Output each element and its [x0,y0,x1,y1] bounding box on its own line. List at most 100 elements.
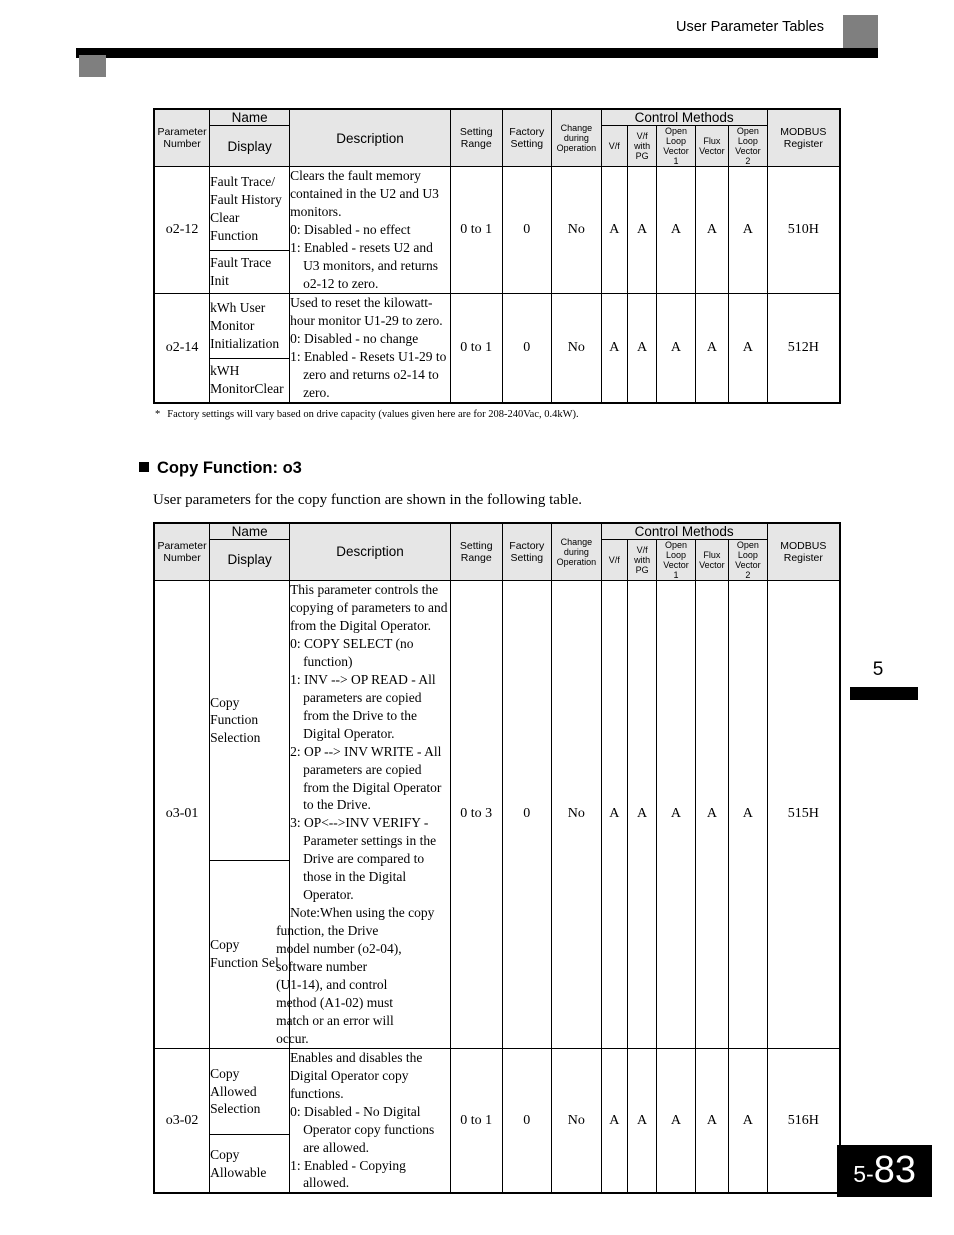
description-line: are allowed. [303,1139,370,1155]
col-header-control-methods: Control Methods [600,522,768,540]
col-header-parameter-number: Parameter Number [153,522,211,582]
description-line: match or an error will [276,1012,394,1028]
cell-modbus-register: 512H [766,292,841,404]
running-header-title: User Parameter Tables [675,19,824,35]
cell-parameter-number: o2-14 [153,292,211,404]
description-line: Clears the fault memory [290,168,421,184]
col-header-change-during-operation: Change during Operation [551,108,602,168]
description-line: from the Digital Operator [303,779,442,795]
cell-description: Used to reset the kilowatt-hour monitor … [289,292,451,404]
col-header-setting-range: Setting Range [449,522,503,582]
chapter-side-tab: 5 [838,660,918,700]
cell-change-during-operation: No [551,1047,602,1194]
cell-factory-setting: 0 [501,580,553,1049]
cell-vf: A [600,1047,628,1194]
description-line: 1: Enabled - resets U2 and [290,240,433,256]
header-rule [76,48,878,58]
description-line: 0: Disabled - No Digital [290,1103,421,1119]
cell-change-during-operation: No [551,580,602,1049]
cell-factory-setting: 0 [501,1047,553,1194]
header-gray-block-right [843,15,878,48]
table-body-o2: o2-12 Fault Trace/Fault History Clear Funct… [153,166,841,404]
cell-change-during-operation: No [551,292,602,404]
description-line: 1: INV --> OP READ - All [290,671,436,687]
cell-vf-with-pg: A [626,292,658,404]
description-line: 1: Enabled - Copying [290,1157,406,1173]
table-footnote: * Factory settings will vary based on dri… [153,409,841,420]
description-line: zero. [303,384,330,400]
col-header-vf: V/f [600,538,628,582]
page-running-header: User Parameter Tables [0,0,954,77]
col-header-name: Name [209,108,291,126]
cell-change-during-operation: No [551,166,602,294]
description-line: parameters are copied [303,761,422,777]
cell-open-loop-vector-2: A [728,1047,768,1194]
cell-display: kWH MonitorClear [209,357,291,404]
description-line: monitors. [290,204,342,220]
section-heading-text: Copy Function: o3 [157,458,302,477]
col-header-name: Name [209,522,291,540]
description-line: 1: Enabled - Resets U1-29 to [290,348,447,364]
cell-display: Fault Trace Init [209,250,291,294]
cell-description: Clears the fault memory contained in the … [289,166,451,294]
description-line: occur. [276,1030,309,1046]
cell-open-loop-vector-1: A [656,166,696,294]
col-header-vf-with-pg: V/f with PG [626,538,658,582]
cell-flux-vector: A [694,166,730,294]
header-gray-block-left [79,55,106,77]
col-header-setting-range: Setting Range [449,108,503,168]
cell-flux-vector: A [694,292,730,404]
cell-vf: A [600,292,628,404]
table-body-o3: o3-01 Copy Function Selection This parameter… [153,580,841,1194]
cell-factory-setting: 0 [501,292,553,404]
parameter-table-o3: Parameter Number Name Description Setting… [153,521,841,1195]
cell-open-loop-vector-2: A [728,166,768,294]
description-line: method (A1-02) must [276,994,394,1010]
table-row: o2-14 kWh User Monitor Initialization Used t… [153,292,841,404]
description-line: parameters are copied [303,689,422,705]
description-line: from the Digital Operator. [290,617,432,633]
col-header-open-loop-vector-2: Open Loop Vector 2 [728,538,768,582]
description-line: contained in the U2 and U3 [290,186,439,202]
description-line: 0: Disabled - no change [290,330,419,346]
folio-chapter-number: 5- [853,1161,874,1187]
cell-setting-range: 0 to 3 [449,580,503,1049]
cell-setting-range: 0 to 1 [449,1047,503,1194]
footnote-text: Factory settings will vary based on driv… [167,408,579,420]
description-line: zero and returns o2-14 to [303,366,439,382]
cell-modbus-register: 510H [766,166,841,294]
description-line: Parameter settings in the [303,833,437,849]
col-header-display: Display [209,538,291,582]
col-header-modbus-register: MODBUS Register [766,108,841,168]
description-line: (U1-14), and control [276,976,388,992]
cell-vf-with-pg: A [626,1047,658,1194]
description-line: software number [276,959,368,975]
section-intro-paragraph: User parameters for the copy function ar… [153,491,583,508]
col-header-flux-vector: Flux Vector [694,538,730,582]
cell-vf-with-pg: A [626,580,658,1049]
description-line: o2-12 to zero. [303,276,379,292]
cell-open-loop-vector-1: A [656,1047,696,1194]
col-header-control-methods: Control Methods [600,108,768,126]
description-line: Digital Operator. [303,725,395,741]
description-line: function, the Drive [276,923,379,939]
cell-name: Fault Trace/Fault History Clear Function [209,166,291,252]
col-header-open-loop-vector-2: Open Loop Vector 2 [728,124,768,168]
description-line: 0: COPY SELECT (no [290,635,414,651]
section-heading: Copy Function: o3 [139,459,841,478]
cell-name: kWh User Monitor Initialization [209,292,291,359]
table-row: o3-02 Copy Allowed Selection Enables and dis… [153,1047,841,1194]
col-header-modbus-register: MODBUS Register [766,522,841,582]
description-line: Enables and disables the [290,1049,423,1065]
col-header-description: Description [289,522,451,582]
description-line: allowed. [303,1175,350,1191]
description-line: functions. [290,1085,344,1101]
col-header-vf-with-pg: V/f with PG [626,124,658,168]
footnote-mark: * [155,408,161,420]
square-bullet-icon [139,461,149,472]
description-line: function) [303,653,353,669]
description-line: Digital Operator copy [290,1067,409,1083]
cell-vf: A [600,166,628,294]
col-header-flux-vector: Flux Vector [694,124,730,168]
cell-parameter-number: o3-01 [153,580,211,1049]
